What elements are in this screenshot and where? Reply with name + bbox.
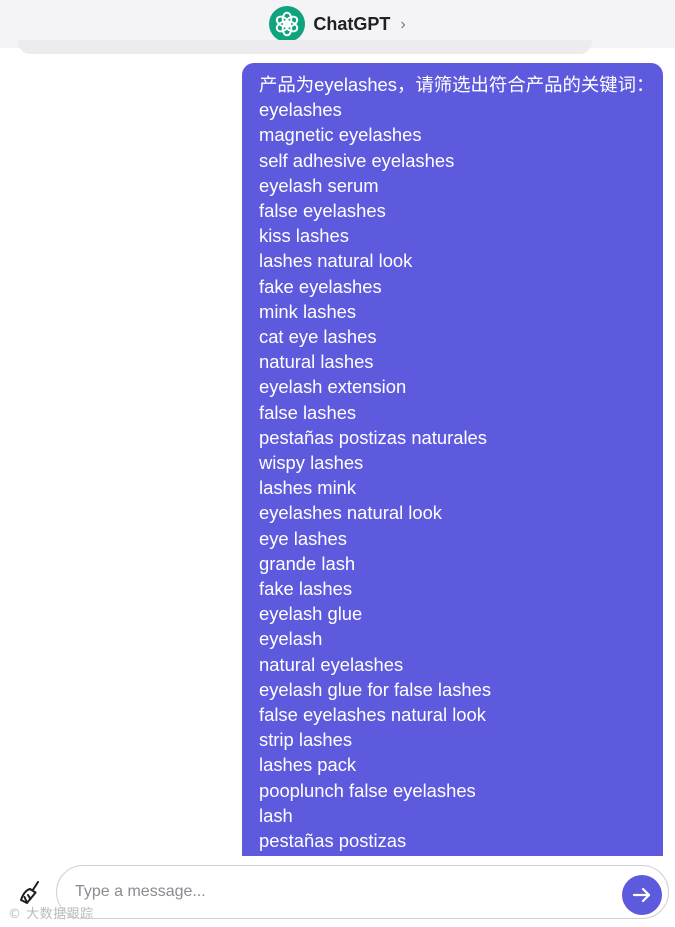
- chat-title-button[interactable]: ChatGPT ›: [269, 6, 406, 42]
- keyword-line: natural eyelashes: [259, 653, 404, 675]
- keyword-line: mink lashes: [259, 300, 357, 322]
- keyword-line: natural lashes: [259, 351, 374, 373]
- message-input[interactable]: [75, 866, 615, 918]
- keyword-line: false lashes: [259, 401, 357, 423]
- keyword-line: eye lashes: [259, 527, 347, 549]
- keyword-line: lash: [259, 804, 293, 826]
- watermark: © 大数据跟踪: [8, 907, 94, 922]
- keyword-line: grande lash: [259, 552, 356, 574]
- keyword-line: cat eye lashes: [259, 326, 377, 348]
- keyword-line: eyelash glue: [259, 603, 363, 625]
- keyword-line: lashes natural look: [259, 250, 413, 272]
- keyword-line: false eyelashes: [259, 200, 386, 222]
- keyword-line: fake eyelashes: [259, 275, 382, 297]
- keyword-line: eyelash serum: [259, 174, 379, 196]
- keyword-line: fake lashes: [259, 578, 353, 600]
- chat-screen: ChatGPT › 产品为eyelashes，请筛选出符合产品的关键词： eyel…: [0, 0, 675, 927]
- keyword-line: wispy lashes: [259, 452, 364, 474]
- keyword-line: pestañas postizas: [259, 830, 407, 852]
- composer: [0, 856, 675, 927]
- keyword-line: lashes mink: [259, 477, 357, 499]
- message-input-container: [56, 865, 669, 919]
- chat-title: ChatGPT: [313, 13, 391, 34]
- message-prompt-line: 产品为eyelashes，请筛选出符合产品的关键词：: [259, 74, 655, 95]
- keyword-line: eyelashes: [259, 99, 342, 121]
- keyword-line: eyelash extension: [259, 376, 407, 398]
- keyword-line: magnetic eyelashes: [259, 124, 422, 146]
- keyword-line: false eyelashes natural look: [259, 704, 486, 726]
- send-button[interactable]: [622, 875, 662, 915]
- keyword-line: self adhesive eyelashes: [259, 149, 455, 171]
- keyword-line: eyelash: [259, 628, 323, 650]
- chevron-right-icon: ›: [400, 15, 406, 33]
- keyword-line: lashes pack: [259, 754, 357, 776]
- message-list[interactable]: 产品为eyelashes，请筛选出符合产品的关键词： eyelashes magne…: [0, 48, 675, 856]
- keyword-line: eyelashes natural look: [259, 502, 442, 524]
- keyword-line: kiss lashes: [259, 225, 349, 247]
- arrow-right-icon: [632, 887, 651, 903]
- user-message-bubble: 产品为eyelashes，请筛选出符合产品的关键词： eyelashes magne…: [242, 63, 663, 856]
- keyword-line: pestañas postizas naturales: [259, 426, 487, 448]
- keyword-line: pooplunch false eyelashes: [259, 779, 476, 801]
- openai-logo-icon: [269, 6, 306, 42]
- keyword-line: eyelash glue for false lashes: [259, 678, 492, 700]
- keyword-line: strip lashes: [259, 729, 353, 751]
